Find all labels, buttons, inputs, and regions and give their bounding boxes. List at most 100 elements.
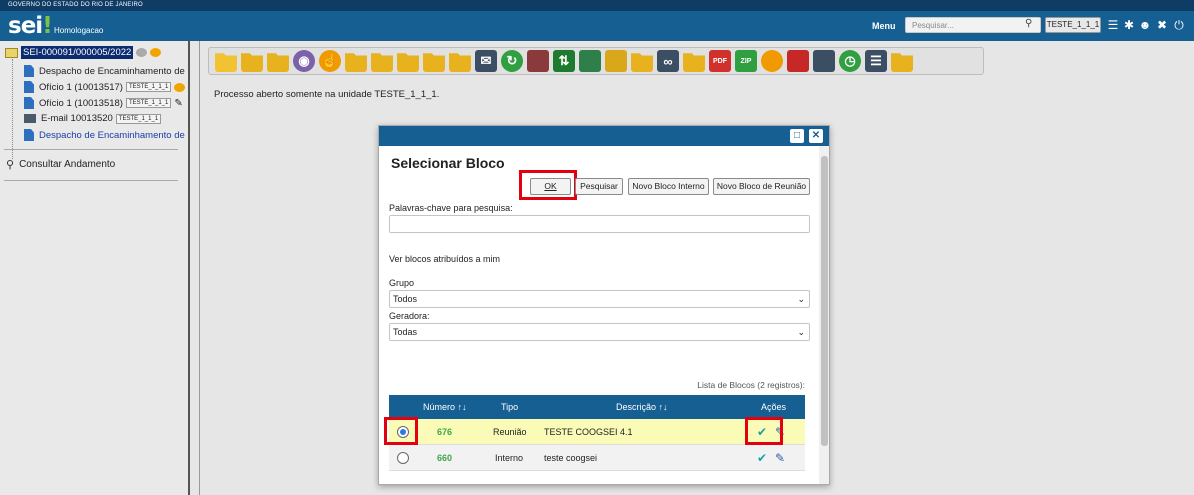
column-number[interactable]: Número ↑↓ [423,402,467,412]
mail-icon[interactable]: ✉ [475,50,497,72]
link-icon[interactable]: ∞ [657,50,679,72]
tag-icon[interactable] [813,50,835,72]
tree-item-label[interactable]: Despacho de Encaminhamento de Pr [39,66,197,77]
comment-icon[interactable] [761,50,783,72]
clipboard-icon[interactable] [605,50,627,72]
group-select[interactable]: Todos ⌄ [389,290,810,308]
transfer-icon[interactable]: ⇅ [553,50,575,72]
clock-icon[interactable]: ◷ [839,50,861,72]
pdf-icon[interactable]: PDF [709,50,731,72]
info-folder-icon[interactable] [371,53,393,72]
user-icon[interactable]: ☻ [1138,18,1152,32]
process-root[interactable]: SEI-000091/000005/2022 [5,46,162,59]
unit-selector[interactable]: TESTE_1_1_1 [1045,17,1101,33]
comment-icon[interactable] [150,48,162,57]
maximize-icon[interactable]: □ [790,129,804,143]
new-document-icon[interactable] [215,53,237,72]
environment-label: Homologacao [54,26,104,35]
star-folder-icon[interactable] [423,53,445,72]
search-input[interactable]: Pesquisar... [905,17,1041,33]
column-actions: Ações [761,402,787,412]
list-caption: Lista de Blocos (2 registros): [697,380,805,390]
table-row[interactable]: 660 Interno teste coogsei ✔ ✎ [389,445,805,471]
tree-item-label[interactable]: Ofício 1 (10013518) [39,98,123,109]
cancel-folder-icon[interactable] [683,53,705,72]
tree-item-label[interactable]: Ofício 1 (10013517) [39,82,123,93]
tools-icon[interactable]: ✖ [1155,18,1169,32]
row-radio[interactable] [397,452,409,464]
column-description[interactable]: Descrição ↑↓ [616,402,668,412]
edit-block-icon[interactable]: ✎ [775,451,785,465]
document-icon [24,65,34,77]
blocks-table: Número ↑↓ Tipo Descrição ↑↓ Ações 676 Re… [389,395,805,471]
chevron-down-icon: ⌄ [797,327,805,337]
user-folder-icon[interactable] [397,53,419,72]
alert-icon[interactable]: ✱ [1122,18,1136,32]
briefcase-icon[interactable] [527,50,549,72]
users-icon[interactable] [267,53,289,72]
process-number[interactable]: SEI-000091/000005/2022 [21,46,134,59]
dialog-title: Selecionar Bloco [391,155,505,171]
tree-item[interactable]: Despacho de Encaminhamento de Pr [24,65,197,77]
sign-folder-icon[interactable] [241,53,263,72]
eye-icon[interactable]: ◉ [293,50,315,72]
tree-item-label[interactable]: Despacho de Encaminhamento de Pr [39,130,197,141]
list-icon[interactable]: ☰ [865,50,887,72]
consult-progress-link[interactable]: ⚲ Consultar Andamento [6,158,115,171]
include-in-block-icon[interactable]: ✔ [757,451,767,465]
select-block-dialog: □ ✕ Selecionar Bloco OK Pesquisar Novo B… [378,125,830,485]
sync-icon[interactable]: ↻ [501,50,523,72]
new-internal-block-button[interactable]: Novo Bloco Interno [628,178,709,195]
table-header: Número ↑↓ Tipo Descrição ↑↓ Ações [389,395,805,419]
block-description: TESTE COOGSEI 4.1 [544,427,633,437]
document-icon [24,129,34,141]
consult-label[interactable]: Consultar Andamento [19,159,115,170]
tree-item-label[interactable]: E-mail 10013520 [41,113,113,124]
new-meeting-block-button[interactable]: Novo Bloco de Reunião [713,178,810,195]
sei-logo[interactable]: sei! [8,13,53,39]
keywords-input[interactable] [389,215,810,233]
forward-folder-icon[interactable] [345,53,367,72]
tree-item[interactable]: Ofício 1 (10013517) TESTE_1_1_1 [24,81,186,93]
power-icon[interactable]: ⏻ [1172,18,1186,32]
keywords-label: Palavras-chave para pesquisa: [389,203,513,213]
search-button[interactable]: Pesquisar [575,178,623,195]
column-type: Tipo [501,402,519,412]
tree-item[interactable]: E-mail 10013520 TESTE_1_1_1 [24,113,162,124]
dialog-title-bar[interactable]: □ ✕ [379,126,829,146]
comment-icon[interactable] [174,82,186,92]
zip-icon[interactable]: ZIP [735,50,757,72]
column-label: Descrição [616,402,657,412]
highlight-box [745,417,783,445]
divider [4,149,178,150]
pause-folder-icon[interactable] [631,53,653,72]
highlight-box [384,417,418,445]
app-header: sei! Homologacao Menu Pesquisar... ⚲ TES… [0,11,1194,41]
unit-tag: TESTE_1_1_1 [125,82,172,92]
tree-item[interactable]: Despacho de Encaminhamento de Pr [24,129,197,141]
block-description: teste coogsei [544,453,598,463]
building-icon[interactable] [579,50,601,72]
search-icon[interactable]: ⚲ [1025,18,1032,29]
thumb-icon[interactable]: ☝ [319,50,341,72]
assigned-to-me-link[interactable]: Ver blocos atribuídos a mim [389,254,500,264]
close-icon[interactable]: ✕ [809,129,823,143]
table-row[interactable]: 676 Reunião TESTE COOGSEI 4.1 ✔ ✎ [389,419,805,445]
block-number: 660 [437,453,453,463]
dialog-scroll-thumb[interactable] [821,156,828,446]
forward-icon[interactable] [136,48,148,57]
pen-icon[interactable]: ✎ [174,98,182,109]
flag-icon[interactable] [787,50,809,72]
tree-item[interactable]: Ofício 1 (10013518) TESTE_1_1_1 ✎ [24,97,183,109]
generator-label: Geradora: [389,311,430,321]
list-icon[interactable]: ☰ [1106,18,1120,32]
block-number: 676 [437,427,453,437]
folder-icon[interactable] [449,53,471,72]
generator-select[interactable]: Todas ⌄ [389,323,810,341]
process-folder-icon [5,47,18,58]
search-folder-icon[interactable] [891,53,913,72]
process-toolbar: ◉ ☝ ✉ ↻ ⇅ ∞ PDF ZIP ◷ ☰ [208,47,984,75]
logo-dot: ! [42,13,52,39]
menu-button[interactable]: Menu [872,21,896,31]
generator-value: Todas [393,327,418,337]
